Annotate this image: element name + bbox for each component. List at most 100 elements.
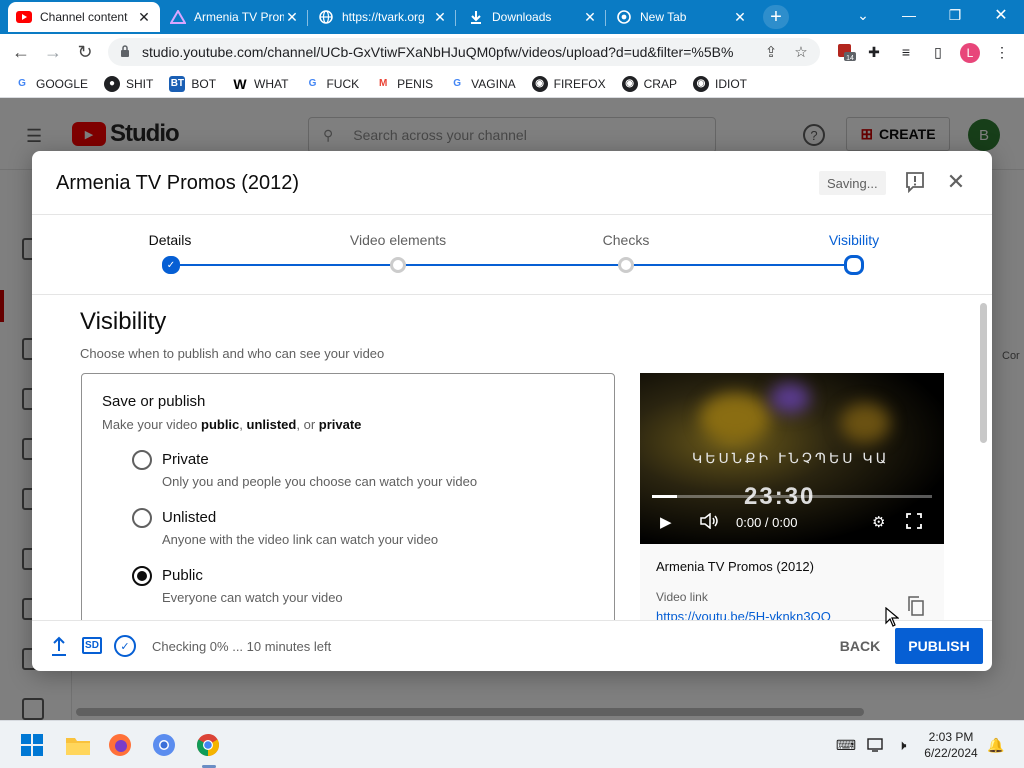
unlisted-description: Anyone with the video link can watch you…: [162, 532, 439, 547]
tab-downloads[interactable]: Downloads ✕: [460, 2, 606, 32]
step-details-label[interactable]: Details: [100, 232, 240, 248]
windows-start-icon[interactable]: [16, 729, 48, 761]
taskbar-clock[interactable]: 2:03 PM 6/22/2024: [916, 729, 986, 761]
step-details-check-icon[interactable]: ✓: [162, 256, 180, 274]
step-checks-label[interactable]: Checks: [556, 232, 696, 248]
share-icon[interactable]: ⇪: [760, 41, 782, 63]
profile-avatar[interactable]: L: [960, 43, 980, 63]
dialog-close-icon[interactable]: ✕: [945, 169, 967, 194]
public-description: Everyone can watch your video: [162, 590, 343, 605]
google-icon: G: [18, 78, 26, 89]
tab-close-icon[interactable]: ✕: [582, 9, 598, 26]
bookmark-idiot[interactable]: ◉ IDIOT: [692, 75, 747, 92]
network-icon[interactable]: [866, 735, 886, 755]
step-checks-dot[interactable]: [618, 257, 634, 273]
save-or-publish-box: Save or publish Make your video public, …: [81, 373, 615, 620]
video-link[interactable]: https://youtu.be/5H-vknkn3QQ: [656, 609, 831, 620]
w-icon: W: [233, 75, 247, 92]
video-player[interactable]: ԿԵՍՆՔԻ ՒՆՉՊԵՍ ԿԱ 23:30 ▶ 0:00 / 0:00 ⚙: [640, 373, 944, 544]
step-video-elements-dot[interactable]: [390, 257, 406, 273]
back-arrow-icon[interactable]: ←: [8, 39, 34, 65]
chrome-icon[interactable]: [192, 729, 224, 761]
dialog-header: Armenia TV Promos (2012) Saving... ✕: [32, 151, 992, 215]
minimize-icon[interactable]: —: [886, 0, 932, 30]
chrome-menu-icon[interactable]: ⋮: [990, 41, 1014, 63]
copy-link-icon[interactable]: [907, 596, 925, 616]
bookmark-google[interactable]: G GOOGLE: [14, 76, 88, 92]
tab-armenia-tv[interactable]: Armenia TV Promos ✕: [162, 2, 308, 32]
tab-search-chevron-icon[interactable]: ⌄: [840, 0, 886, 30]
unlisted-radio[interactable]: [132, 508, 152, 528]
private-description: Only you and people you choose can watch…: [162, 474, 478, 489]
bookmark-star-icon[interactable]: ☆: [790, 41, 812, 63]
dialog-title: Armenia TV Promos (2012): [56, 172, 300, 194]
bookmark-penis[interactable]: M PENIS: [375, 76, 433, 92]
bookmark-firefox[interactable]: ◉ FIREFOX: [531, 75, 606, 92]
checks-status-icon[interactable]: ✓: [114, 635, 136, 657]
tab-close-icon[interactable]: ✕: [432, 9, 448, 26]
play-icon[interactable]: ▶: [660, 513, 672, 531]
puzzle-extensions-icon[interactable]: ✚: [862, 41, 886, 63]
restore-icon[interactable]: ❐: [932, 0, 978, 30]
globe-icon: ◉: [621, 75, 638, 92]
settings-gear-icon[interactable]: ⚙: [872, 513, 885, 531]
media-queue-icon[interactable]: ≡: [894, 41, 918, 63]
back-button[interactable]: BACK: [832, 629, 888, 663]
bookmark-bot[interactable]: BT BOT: [169, 75, 216, 92]
video-preview-card: ԿԵՍՆՔԻ ՒՆՉՊԵՍ ԿԱ 23:30 ▶ 0:00 / 0:00 ⚙ A…: [640, 373, 944, 620]
visibility-heading: Visibility: [80, 308, 167, 335]
private-radio[interactable]: [132, 450, 152, 470]
globe-icon: ◉: [531, 75, 548, 92]
chrome-favicon-icon: [616, 9, 632, 25]
reload-icon[interactable]: ↻: [72, 39, 98, 65]
tab-title: Armenia TV Promos: [194, 10, 284, 24]
stepper-line: [170, 264, 854, 266]
extension-badge-icon[interactable]: 14: [834, 41, 858, 63]
alpha-favicon-icon: [170, 9, 186, 25]
download-favicon-icon: [468, 9, 484, 25]
visibility-content: Visibility Choose when to publish and wh…: [32, 296, 992, 620]
tab-tvark[interactable]: https://tvark.org ✕: [310, 2, 456, 32]
tab-close-icon[interactable]: ✕: [136, 9, 152, 26]
tab-channel-content[interactable]: Channel content ✕: [8, 2, 160, 32]
video-progress-bar[interactable]: [652, 495, 932, 498]
window-close-icon[interactable]: ✕: [978, 0, 1024, 30]
publish-button[interactable]: PUBLISH: [895, 628, 983, 664]
step-video-elements-label[interactable]: Video elements: [328, 232, 468, 248]
report-feedback-icon[interactable]: [905, 171, 925, 194]
forward-arrow-icon[interactable]: →: [40, 39, 66, 65]
keyboard-icon[interactable]: ⌨: [836, 735, 856, 755]
step-visibility-label[interactable]: Visibility: [784, 232, 924, 248]
tab-close-icon[interactable]: ✕: [732, 9, 748, 26]
firefox-icon[interactable]: [104, 729, 136, 761]
notification-bell-icon[interactable]: 🔔: [986, 735, 1006, 755]
google-icon: G: [308, 78, 317, 89]
chromium-icon[interactable]: [148, 729, 180, 761]
bookmark-what[interactable]: W WHAT: [232, 76, 288, 92]
bookmark-crap[interactable]: ◉ CRAP: [621, 75, 677, 92]
public-radio[interactable]: [132, 566, 152, 586]
side-panel-icon[interactable]: ▯: [926, 41, 950, 63]
tab-close-icon[interactable]: ✕: [284, 9, 300, 26]
dialog-scrollbar[interactable]: [980, 303, 987, 443]
bt-icon: BT: [169, 75, 186, 92]
video-card-title: Armenia TV Promos (2012): [656, 559, 814, 574]
volume-muted-icon[interactable]: 🕨: [892, 735, 912, 755]
file-explorer-icon[interactable]: [62, 729, 94, 761]
step-visibility-dot[interactable]: [844, 255, 864, 275]
bookmark-vagina[interactable]: G VAGINA: [449, 76, 515, 92]
video-glow: [840, 403, 890, 443]
new-tab-button[interactable]: +: [763, 5, 789, 29]
upload-stepper: Details Video elements Checks Visibility…: [32, 215, 992, 295]
fullscreen-icon[interactable]: [906, 513, 922, 533]
tab-new-tab[interactable]: New Tab ✕: [608, 2, 756, 32]
volume-icon[interactable]: [700, 512, 720, 533]
upload-arrow-icon[interactable]: [50, 635, 68, 657]
bookmark-shit[interactable]: ● SHIT: [104, 75, 153, 92]
address-bar[interactable]: studio.youtube.com/channel/UCb-GxVtiwFXa…: [108, 38, 820, 66]
private-label: Private: [162, 451, 209, 468]
bookmark-fuck[interactable]: G FUCK: [304, 76, 360, 92]
public-label: Public: [162, 567, 203, 584]
video-overlay-text: ԿԵՍՆՔԻ ՒՆՉՊԵՍ ԿԱ: [692, 450, 890, 466]
sd-quality-icon[interactable]: SD: [82, 637, 102, 654]
